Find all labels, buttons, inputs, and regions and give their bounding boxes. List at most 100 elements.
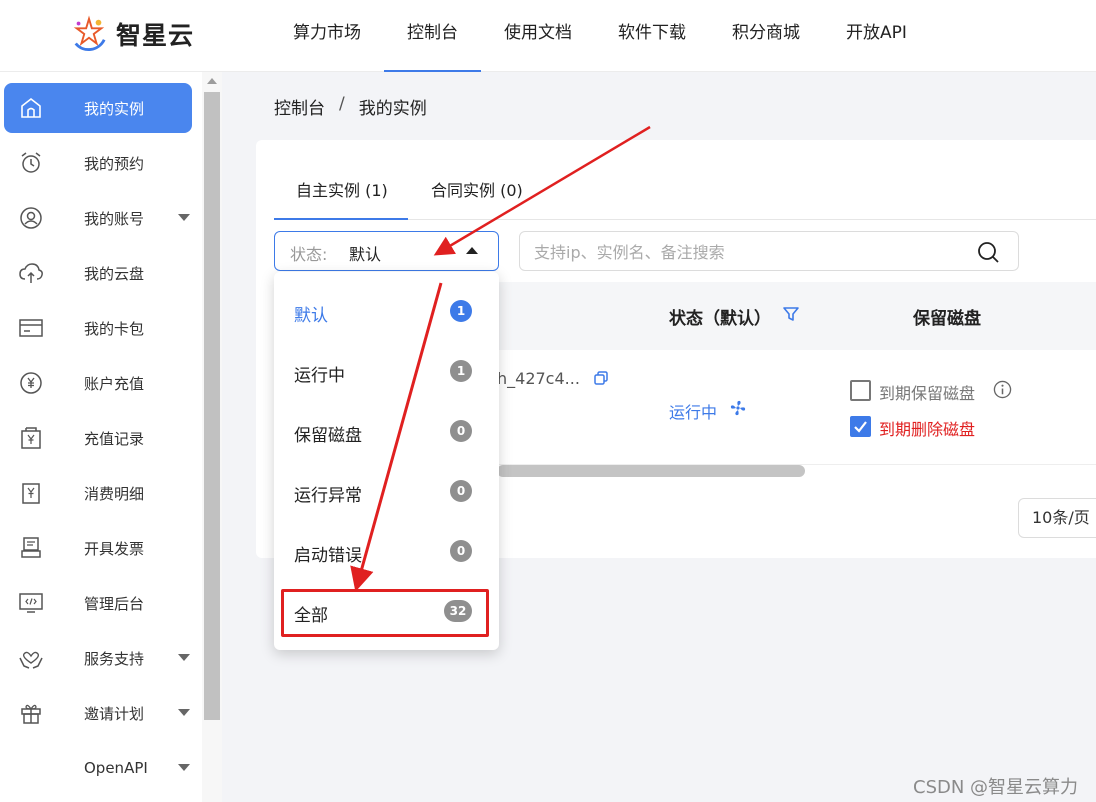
status-option-abnormal[interactable]: 运行异常 0: [274, 462, 499, 522]
recharge-record-icon: [18, 425, 44, 451]
option-label: 运行异常: [294, 486, 362, 506]
card-icon: [18, 315, 44, 341]
sidebar-item-expense-details[interactable]: 消费明细: [4, 468, 192, 518]
bill-icon: [18, 480, 44, 506]
hands-heart-icon: [18, 645, 44, 671]
sidebar-item-label: 消费明细: [84, 484, 145, 503]
yuan-coin-icon: [18, 370, 44, 396]
annotation-highlight-box: [281, 589, 489, 637]
invoice-icon: [18, 535, 44, 561]
option-label: 运行中: [294, 366, 345, 386]
sidebar-scroll-thumb[interactable]: [204, 92, 220, 720]
column-header-keep-disk: 保留磁盘: [913, 309, 981, 329]
caret-up-icon: [466, 247, 478, 254]
nav-downloads[interactable]: 软件下载: [595, 0, 709, 72]
search-icon[interactable]: [976, 240, 1000, 264]
chevron-down-icon[interactable]: [178, 214, 190, 221]
chevron-down-icon[interactable]: [178, 764, 190, 771]
breadcrumb-separator: /: [339, 94, 345, 114]
sidebar-item-support[interactable]: 服务支持: [4, 633, 192, 683]
chevron-down-icon[interactable]: [178, 654, 190, 661]
sidebar-item-reservations[interactable]: 我的预约: [4, 138, 192, 188]
top-nav: 算力市场 控制台 使用文档 软件下载 积分商城 开放API: [270, 0, 930, 72]
sidebar-item-label: 我的预约: [84, 154, 145, 173]
scroll-up-arrow-icon[interactable]: [207, 78, 217, 84]
sidebar-item-label: 充值记录: [84, 429, 145, 448]
sidebar-item-label: 账户充值: [84, 374, 145, 393]
sidebar-item-label: 开具发票: [84, 539, 145, 558]
status-select[interactable]: 状态: 默认: [274, 231, 499, 271]
status-select-value: 默认: [349, 245, 382, 264]
gift-icon: [18, 700, 44, 726]
watermark: CSDN @智星云算力: [913, 777, 1079, 798]
status-option-running[interactable]: 运行中 1: [274, 342, 499, 402]
sidebar-item-invite[interactable]: 邀请计划: [4, 688, 192, 738]
top-header: 智星云 算力市场 控制台 使用文档 软件下载 积分商城 开放API: [0, 0, 1096, 72]
nav-console[interactable]: 控制台: [384, 0, 481, 72]
page-size-select[interactable]: 10条/页: [1018, 498, 1096, 538]
brand-logo[interactable]: 智星云: [70, 14, 194, 54]
breadcrumb: 控制台 / 我的实例: [274, 94, 427, 119]
home-icon: [18, 95, 44, 121]
column-header-status: 状态（默认）: [669, 309, 771, 329]
search-box: [519, 231, 1019, 271]
nav-open-api[interactable]: 开放API: [823, 0, 930, 72]
sidebar-item-label: 邀请计划: [84, 704, 145, 723]
sidebar-item-label: 我的实例: [84, 99, 145, 118]
instance-name: h_427c4...: [497, 369, 580, 388]
info-icon[interactable]: [993, 380, 1012, 399]
sidebar-item-recharge-records[interactable]: 充值记录: [4, 413, 192, 463]
monitor-code-icon: [18, 590, 44, 616]
copy-icon[interactable]: [594, 371, 608, 385]
sidebar-item-label: 管理后台: [84, 594, 145, 613]
count-badge: 1: [450, 360, 472, 382]
status-option-keep-disk[interactable]: 保留磁盘 0: [274, 402, 499, 462]
sidebar-item-label: OpenAPI: [84, 759, 148, 777]
instance-status: 运行中: [669, 403, 718, 422]
count-badge: 0: [450, 540, 472, 562]
count-badge: 0: [450, 420, 472, 442]
delete-disk-label: 到期删除磁盘: [879, 420, 976, 439]
sidebar-item-recharge[interactable]: 账户充值: [4, 358, 192, 408]
star-logo-icon: [73, 15, 106, 51]
fan-icon: [730, 400, 746, 416]
sidebar-item-instances[interactable]: 我的实例: [4, 83, 192, 133]
delete-disk-checkbox[interactable]: [850, 416, 871, 437]
chevron-down-icon[interactable]: [178, 709, 190, 716]
sidebar-item-admin[interactable]: 管理后台: [4, 578, 192, 628]
sidebar-item-invoice[interactable]: 开具发票: [4, 523, 192, 573]
breadcrumb-current: 我的实例: [358, 99, 427, 119]
sidebar-item-cloud-disk[interactable]: 我的云盘: [4, 248, 192, 298]
sidebar: 我的实例 我的预约 我的账号 我的云盘 我的卡包 账户充值 充值记录 消费明细 …: [0, 72, 202, 802]
table-horizontal-scrollbar[interactable]: [497, 465, 805, 477]
sidebar-item-openapi[interactable]: OpenAPI: [4, 743, 192, 793]
keep-disk-checkbox[interactable]: [850, 380, 871, 401]
option-label: 启动错误: [294, 546, 362, 566]
count-badge: 1: [450, 300, 472, 322]
sidebar-item-label: 服务支持: [84, 649, 145, 668]
search-input[interactable]: [534, 240, 964, 264]
nav-docs[interactable]: 使用文档: [481, 0, 595, 72]
nav-points-mall[interactable]: 积分商城: [709, 0, 823, 72]
status-select-prefix: 状态:: [290, 245, 328, 264]
keep-disk-label: 到期保留磁盘: [879, 384, 976, 403]
sidebar-item-card-wallet[interactable]: 我的卡包: [4, 303, 192, 353]
sidebar-item-account[interactable]: 我的账号: [4, 193, 192, 243]
instance-tabs: 自主实例 (1) 合同实例 (0): [274, 170, 1096, 220]
sidebar-item-label: 我的卡包: [84, 319, 145, 338]
option-label: 保留磁盘: [294, 426, 362, 446]
sidebar-item-label: 我的账号: [84, 209, 145, 228]
check-icon: [854, 421, 867, 433]
nav-compute-market[interactable]: 算力市场: [270, 0, 384, 72]
cloud-upload-icon: [18, 260, 44, 286]
alarm-clock-icon: [18, 150, 44, 176]
tab-own-instances[interactable]: 自主实例 (1): [274, 170, 408, 220]
filter-icon[interactable]: [782, 305, 800, 323]
user-icon: [18, 205, 44, 231]
option-label: 默认: [294, 306, 328, 326]
status-option-default[interactable]: 默认 1: [274, 282, 499, 342]
tab-contract-instances[interactable]: 合同实例 (0): [431, 170, 523, 219]
count-badge: 0: [450, 480, 472, 502]
status-option-start-error[interactable]: 启动错误 0: [274, 522, 499, 582]
breadcrumb-console[interactable]: 控制台: [274, 94, 325, 119]
